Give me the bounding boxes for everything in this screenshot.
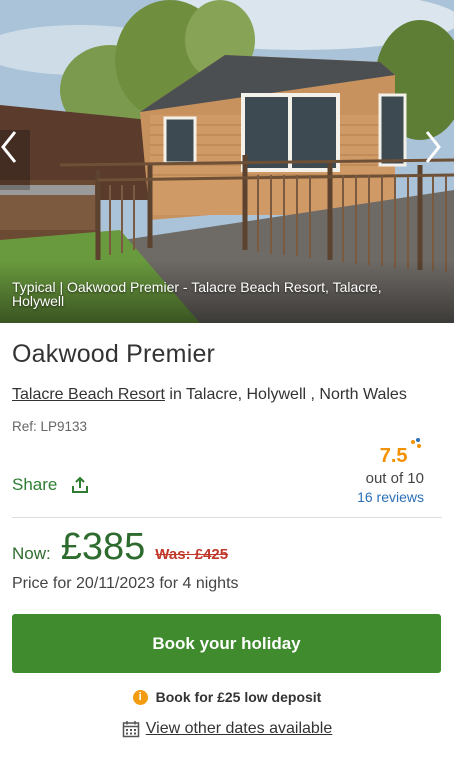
divider — [12, 517, 442, 518]
property-title: Oakwood Premier — [12, 340, 216, 368]
rating-block: 7.5 out of 10 16 reviews — [304, 438, 424, 505]
hero-image[interactable]: Typical | Oakwood Premier - Talacre Beac… — [0, 0, 454, 323]
now-label: Now: — [12, 544, 51, 563]
share-upload-icon — [71, 476, 89, 494]
prev-image-button[interactable] — [0, 130, 30, 190]
chevron-right-icon — [425, 131, 441, 163]
rating-out-of: out of 10 — [365, 470, 424, 487]
location-text: in Talacre, Holywell , North Wales — [164, 386, 407, 403]
share-label: Share — [12, 475, 58, 494]
image-caption: Typical | Oakwood Premier - Talacre Beac… — [12, 279, 382, 309]
price-details: Price for 20/11/2023 for 4 nights — [12, 575, 239, 592]
property-ref: Ref: LP9133 — [12, 419, 88, 434]
reviews-link[interactable]: 16 reviews — [304, 489, 424, 505]
info-icon: i — [132, 689, 148, 705]
resort-link[interactable]: Talacre Beach Resort — [12, 386, 165, 403]
rating-score: 7.5 — [379, 445, 408, 467]
current-price: £385 — [60, 526, 146, 568]
other-dates: View other dates available — [0, 720, 454, 738]
property-location: Talacre Beach Resort in Talacre, Holywel… — [12, 386, 407, 404]
lodge-photo — [0, 0, 454, 323]
was-price: Was: £425 — [155, 546, 229, 563]
chevron-left-icon — [1, 131, 17, 163]
deposit-label: Book for £25 low deposit — [155, 689, 322, 705]
book-holiday-button[interactable]: Book your holiday — [12, 614, 441, 673]
rating-logo-icon — [411, 438, 421, 448]
next-image-button[interactable] — [424, 130, 454, 190]
price-row: Now: £385 Was: £425 — [12, 526, 228, 569]
calendar-icon — [122, 720, 140, 738]
deposit-info: i Book for £25 low deposit — [0, 689, 454, 705]
view-other-dates-link[interactable]: View other dates available — [146, 720, 333, 738]
share-button[interactable]: Share — [12, 475, 89, 495]
